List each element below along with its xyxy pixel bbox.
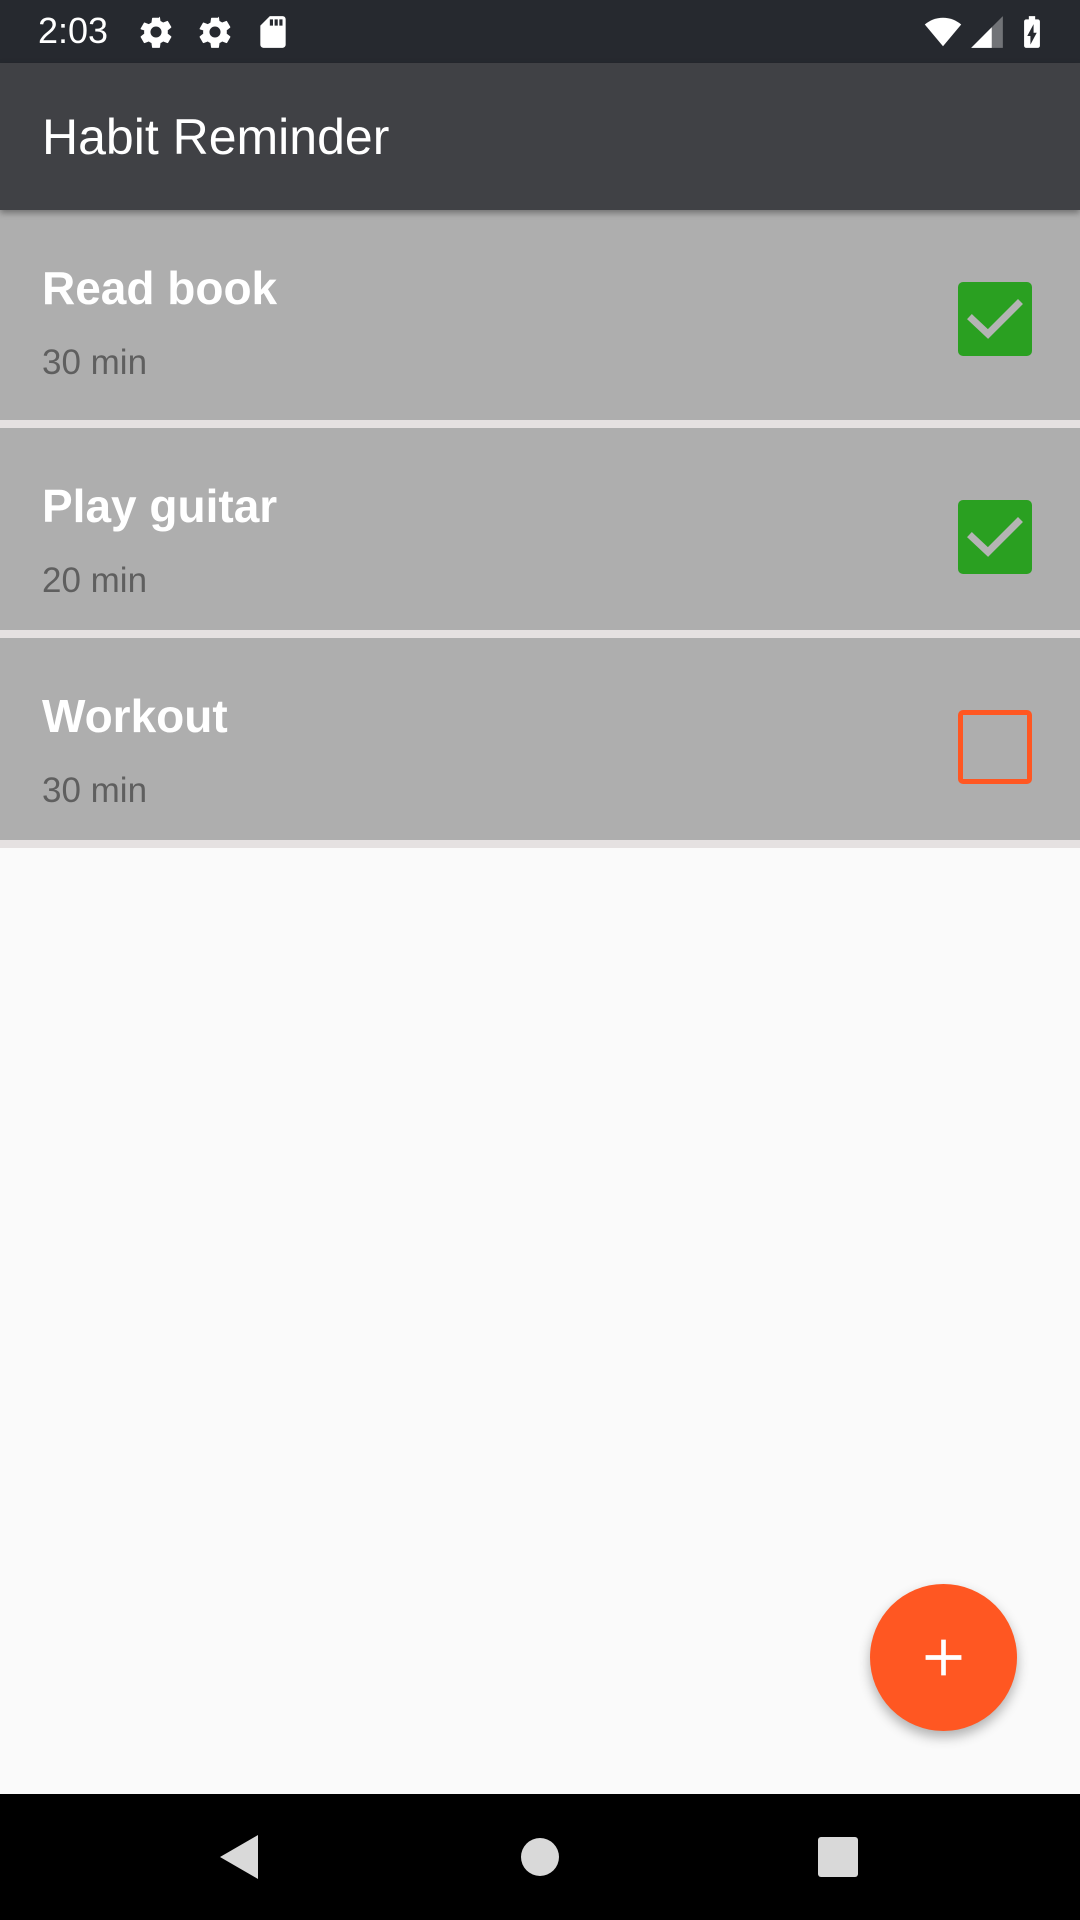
wifi-icon: [922, 13, 964, 51]
habit-duration: 20 min: [42, 561, 148, 600]
home-icon[interactable]: [510, 1827, 570, 1887]
habit-item[interactable]: Workout 30 min: [0, 638, 1080, 848]
habit-checkbox-unchecked[interactable]: [958, 710, 1032, 784]
habit-name: Workout: [42, 690, 228, 742]
habit-item[interactable]: Read book 30 min: [0, 210, 1080, 428]
back-icon[interactable]: [210, 1827, 270, 1887]
battery-charging-icon: [1012, 13, 1052, 51]
habit-duration: 30 min: [42, 771, 148, 810]
gear-icon: [196, 13, 234, 51]
checkmark-icon: [967, 299, 1023, 339]
recents-icon[interactable]: [808, 1827, 868, 1887]
plus-icon: [925, 1639, 962, 1676]
habit-checkbox-checked[interactable]: [958, 282, 1032, 356]
habit-duration: 30 min: [42, 343, 148, 382]
habit-list: Read book 30 min Play guitar 20 min Work…: [0, 210, 1080, 848]
habit-name: Play guitar: [42, 480, 278, 532]
gear-icon: [137, 13, 175, 51]
sd-card-icon: [254, 13, 292, 51]
habit-name: Read book: [42, 262, 278, 314]
cell-signal-icon: [968, 13, 1006, 51]
habit-checkbox-checked[interactable]: [958, 500, 1032, 574]
nav-bar: [0, 1794, 1080, 1920]
add-habit-button[interactable]: [870, 1584, 1017, 1731]
status-time: 2:03: [38, 10, 109, 51]
checkmark-icon: [967, 517, 1023, 557]
app-bar: Habit Reminder: [0, 63, 1080, 210]
habit-item[interactable]: Play guitar 20 min: [0, 428, 1080, 638]
app-title: Habit Reminder: [42, 109, 390, 165]
status-bar: 2:03: [0, 0, 1080, 63]
